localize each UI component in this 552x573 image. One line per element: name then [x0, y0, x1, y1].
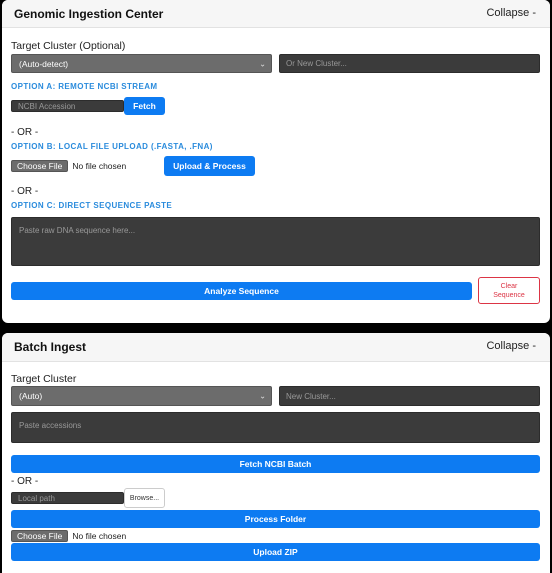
batch-header: Batch Ingest Collapse - [2, 333, 550, 362]
no-file-label: No file chosen [72, 161, 127, 171]
batch-cluster-select[interactable]: (Auto) ⌄ [11, 386, 272, 406]
batch-cluster-select-value: (Auto) [19, 391, 43, 401]
option-c-heading: OPTION C: DIRECT SEQUENCE PASTE [11, 201, 173, 210]
batch-new-cluster-input[interactable]: New Cluster... [279, 386, 540, 406]
analyze-sequence-button[interactable]: Analyze Sequence [11, 282, 472, 300]
batch-ingest-panel: Batch Ingest Collapse - Target Cluster (… [2, 333, 550, 573]
ingestion-collapse-toggle[interactable]: Collapse - [486, 7, 536, 19]
accessions-placeholder: Paste accessions [19, 421, 82, 430]
ncbi-accession-input[interactable]: NCBI Accession [11, 100, 124, 112]
genomic-ingestion-panel: Genomic Ingestion Center Collapse - Targ… [2, 0, 550, 323]
accessions-textarea[interactable]: Paste accessions [11, 412, 540, 443]
process-folder-button[interactable]: Process Folder [11, 510, 540, 528]
option-b-heading: OPTION B: LOCAL FILE UPLOAD (.FASTA, .FN… [11, 142, 213, 151]
batch-title: Batch Ingest [14, 340, 87, 354]
local-path-input[interactable]: Local path [11, 492, 124, 504]
batch-target-cluster-label: Target Cluster [11, 373, 77, 385]
option-a-heading: OPTION A: REMOTE NCBI STREAM [11, 82, 158, 91]
local-path-placeholder: Local path [18, 493, 55, 503]
upload-zip-button[interactable]: Upload ZIP [11, 543, 540, 561]
clear-sequence-button[interactable]: Clear Sequence [478, 277, 540, 304]
batch-or-divider: - OR - [11, 476, 39, 487]
batch-collapse-toggle[interactable]: Collapse - [486, 340, 536, 352]
ingestion-header: Genomic Ingestion Center Collapse - [2, 0, 550, 28]
choose-file-button[interactable]: Choose File [11, 160, 69, 172]
ingestion-title: Genomic Ingestion Center [14, 7, 164, 21]
or-divider-2: - OR - [11, 186, 39, 197]
target-cluster-label: Target Cluster (Optional) [11, 40, 126, 52]
sequence-placeholder: Paste raw DNA sequence here... [19, 226, 136, 235]
fetch-button[interactable]: Fetch [124, 97, 165, 115]
local-file-picker[interactable]: Choose File No file chosen [11, 160, 126, 172]
zip-file-picker[interactable]: Choose File No file chosen [11, 530, 126, 542]
chevron-down-icon: ⌄ [259, 391, 266, 401]
cluster-select[interactable]: (Auto-detect) ⌄ [11, 54, 272, 73]
batch-no-file-label: No file chosen [72, 531, 127, 541]
batch-choose-file-button[interactable]: Choose File [11, 530, 69, 542]
sequence-textarea[interactable]: Paste raw DNA sequence here... [11, 217, 540, 266]
new-cluster-placeholder: Or New Cluster... [286, 59, 347, 68]
or-divider-1: - OR - [11, 127, 39, 138]
chevron-down-icon: ⌄ [259, 59, 266, 68]
cluster-select-value: (Auto-detect) [19, 58, 69, 69]
ncbi-accession-placeholder: NCBI Accession [18, 101, 76, 111]
new-cluster-input[interactable]: Or New Cluster... [279, 54, 540, 73]
upload-process-button[interactable]: Upload & Process [164, 156, 255, 176]
clear-sequence-label: Clear Sequence [493, 282, 525, 299]
batch-new-cluster-placeholder: New Cluster... [286, 391, 336, 401]
fetch-ncbi-batch-button[interactable]: Fetch NCBI Batch [11, 455, 540, 473]
browse-button[interactable]: Browse... [124, 488, 165, 508]
